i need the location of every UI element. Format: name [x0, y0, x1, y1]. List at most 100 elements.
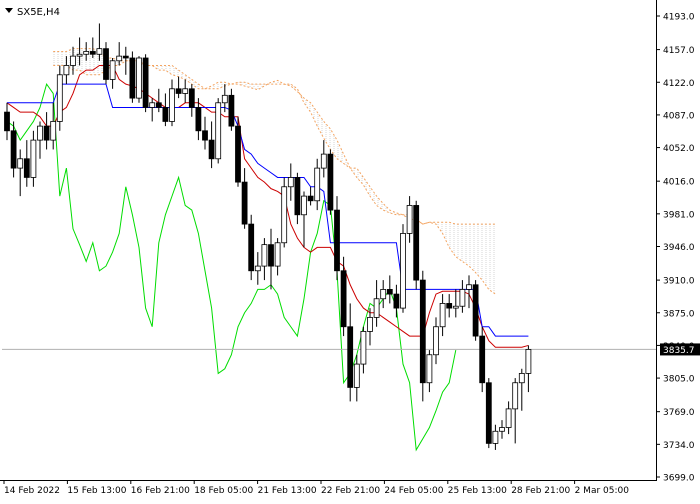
candle[interactable]: [281, 177, 288, 248]
price-tick-label: 4122.0: [663, 79, 695, 89]
candle-body-bull: [261, 244, 268, 267]
candle-body-bull: [136, 57, 142, 99]
candle-body-bull: [254, 265, 261, 272]
price-tick-label: 3734.0: [663, 441, 695, 451]
candle-body-bull: [70, 55, 76, 66]
candle-body-bear: [162, 107, 169, 122]
candle-body-bull: [452, 305, 459, 309]
current-price-tag: 3835.7: [660, 343, 700, 356]
candle-body-bull: [505, 408, 512, 428]
candle[interactable]: [215, 98, 222, 164]
candle-body-bull: [400, 233, 406, 309]
candle-body-bear: [386, 289, 393, 295]
candle[interactable]: [103, 42, 109, 85]
candle-body-bear: [103, 48, 109, 80]
candle[interactable]: [228, 88, 235, 131]
candle-body-bear: [4, 111, 10, 132]
price-tick-label: 3805.0: [663, 375, 695, 385]
time-tick-label: 18 Feb 05:00: [194, 486, 253, 496]
candle-body-bear: [485, 382, 492, 444]
candle[interactable]: [485, 378, 492, 449]
price-tick-label: 3699.0: [663, 474, 695, 484]
candle-body-bull: [37, 125, 43, 141]
time-tick-label: 28 Feb 21:00: [511, 486, 570, 496]
candle-body-bear: [195, 107, 202, 132]
candle-body-bear: [419, 279, 426, 384]
candle-body-bear: [122, 55, 129, 59]
candle-body-bull: [96, 48, 103, 55]
candle-body-bear: [327, 153, 334, 211]
candle-body-bear: [307, 195, 314, 202]
candle-body-bull: [149, 102, 156, 108]
candle-body-bull: [320, 153, 327, 169]
time-tick-label: 2 Mar 05:00: [575, 486, 630, 496]
candle-body-bull: [116, 55, 123, 62]
price-tick-label: 4052.0: [663, 144, 695, 154]
candle-body-bear: [89, 51, 96, 55]
current-price-label: 3835.7: [663, 346, 695, 356]
time-tick-label: 24 Feb 05:00: [384, 486, 443, 496]
candle-body-bull: [169, 88, 175, 122]
candle-body-bull: [287, 177, 294, 188]
candle-body-bull: [30, 139, 37, 178]
candle-body-bull: [109, 60, 116, 80]
candle-body-bear: [248, 223, 255, 272]
candle[interactable]: [327, 149, 334, 215]
candle-body-bear: [43, 125, 50, 141]
candle[interactable]: [136, 56, 142, 103]
candle-body-bear: [294, 177, 301, 216]
chart-window[interactable]: 4193.0 4157.0 4122.0 4087.0 4052.0 4016.0 3981…: [0, 0, 700, 500]
candle-body-bull: [512, 382, 519, 410]
candle-body-bull: [525, 349, 532, 374]
candle-body-bull: [83, 51, 90, 55]
candle-body-bull: [76, 53, 83, 57]
candle-body-bull: [466, 284, 472, 290]
candle-body-bull: [215, 102, 222, 160]
candle[interactable]: [419, 270, 426, 402]
chart-canvas[interactable]: 4193.0 4157.0 4122.0 4087.0 4052.0 4016.0 3981…: [0, 0, 700, 500]
candle-body-bear: [129, 57, 136, 99]
candle[interactable]: [235, 116, 241, 187]
candle-body-bull: [221, 94, 228, 104]
candle[interactable]: [413, 200, 420, 290]
candle-body-bull: [17, 158, 24, 169]
time-tick-label: 25 Feb 13:00: [448, 486, 507, 496]
candle-body-bull: [281, 186, 288, 244]
price-tick-label: 4193.0: [663, 13, 695, 23]
candle-body-bear: [472, 284, 479, 337]
candle-body-bear: [155, 102, 162, 108]
candle[interactable]: [129, 51, 136, 103]
candle-body-bull: [50, 121, 57, 141]
candle-body-bear: [228, 94, 235, 127]
price-tick-label: 3910.0: [663, 277, 695, 287]
candle-body-bear: [208, 139, 215, 160]
price-tick-label: 3981.0: [663, 210, 695, 220]
candle-body-bear: [340, 270, 347, 328]
candle-body-bull: [518, 373, 525, 384]
candle[interactable]: [248, 214, 255, 281]
time-tick-label: 15 Feb 13:00: [67, 486, 126, 496]
candle-body-bear: [235, 125, 241, 183]
candle-body-bull: [433, 326, 439, 356]
candle[interactable]: [142, 54, 149, 113]
candle-body-bull: [373, 298, 380, 318]
symbol-label: SX5E,H4: [17, 7, 60, 18]
price-tick-label: 3769.0: [663, 408, 695, 418]
candle[interactable]: [479, 326, 486, 393]
price-tick-label: 4157.0: [663, 46, 695, 56]
price-tick-label: 4087.0: [663, 111, 695, 121]
candle-body-bull: [426, 354, 433, 384]
candle-body-bull: [499, 427, 505, 432]
candle[interactable]: [56, 65, 63, 131]
time-tick-label: 16 Feb 21:00: [131, 486, 190, 496]
time-tick-label: 22 Feb 21:00: [321, 486, 380, 496]
candle-body-bull: [56, 74, 63, 122]
time-tick-label: 14 Feb 2022: [4, 486, 60, 496]
candle-body-bull: [314, 167, 321, 202]
candle-body-bear: [347, 326, 354, 388]
candle-body-bear: [10, 130, 17, 169]
candle[interactable]: [400, 224, 406, 313]
candle[interactable]: [472, 280, 479, 341]
time-tick-label: 21 Feb 13:00: [258, 486, 317, 496]
candle-body-bull: [367, 317, 373, 332]
